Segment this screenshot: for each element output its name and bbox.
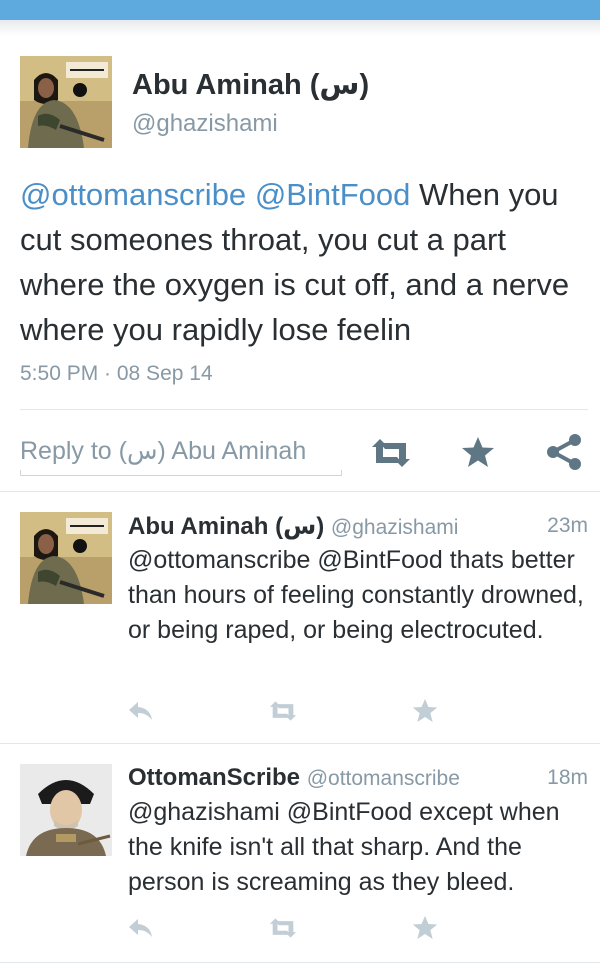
reply-placeholder: Reply to (س) Abu Aminah [20,437,307,465]
reply-arrow-icon[interactable] [128,917,154,939]
tweet-text: @ottomanscribe @BintFood When you cut so… [20,172,590,352]
divider [0,962,600,963]
author-name[interactable]: Abu Aminah (س) @ghazishami [128,512,458,541]
avatar[interactable] [20,512,112,604]
star-icon[interactable] [461,436,495,468]
retweet-icon[interactable] [267,700,299,722]
star-icon[interactable] [412,698,438,723]
avatar-image [20,764,112,856]
tweet-time[interactable]: 23m [547,514,588,538]
mention-link[interactable]: @ottomanscribe [20,177,246,212]
divider [20,409,588,410]
author-handle: @ottomanscribe [306,767,460,790]
author-display-name: OttomanScribe [128,764,301,791]
share-icon[interactable] [545,433,583,471]
author-handle[interactable]: @ghazishami [132,110,278,138]
avatar[interactable] [20,764,112,856]
mention-link[interactable]: @BintFood [255,177,411,212]
reply-field[interactable]: Reply to (س) Abu Aminah [20,430,342,476]
avatar-image [20,56,112,148]
tweet-timestamp[interactable]: 5:50 PM · 08 Sep 14 [20,362,213,386]
reply-arrow-icon[interactable] [128,700,154,722]
top-bar-shadow [0,20,600,36]
divider [0,491,600,492]
author-display-name: Abu Aminah (س) [128,513,325,540]
author-name[interactable]: Abu Aminah (س) [132,67,369,102]
avatar-image [20,512,112,604]
tweet-text: @ghazishami @BintFood except when the kn… [128,798,560,896]
divider [0,743,600,744]
avatar[interactable] [20,56,112,148]
retweet-icon[interactable] [368,437,414,469]
top-bar [0,0,600,20]
star-icon[interactable] [412,915,438,940]
author-name[interactable]: OttomanScribe @ottomanscribe [128,764,460,792]
author-handle: @ghazishami [330,516,459,539]
tweet-text: @ottomanscribe @BintFood thats better th… [128,546,584,644]
retweet-icon[interactable] [267,917,299,939]
tweet-time[interactable]: 18m [547,766,588,790]
